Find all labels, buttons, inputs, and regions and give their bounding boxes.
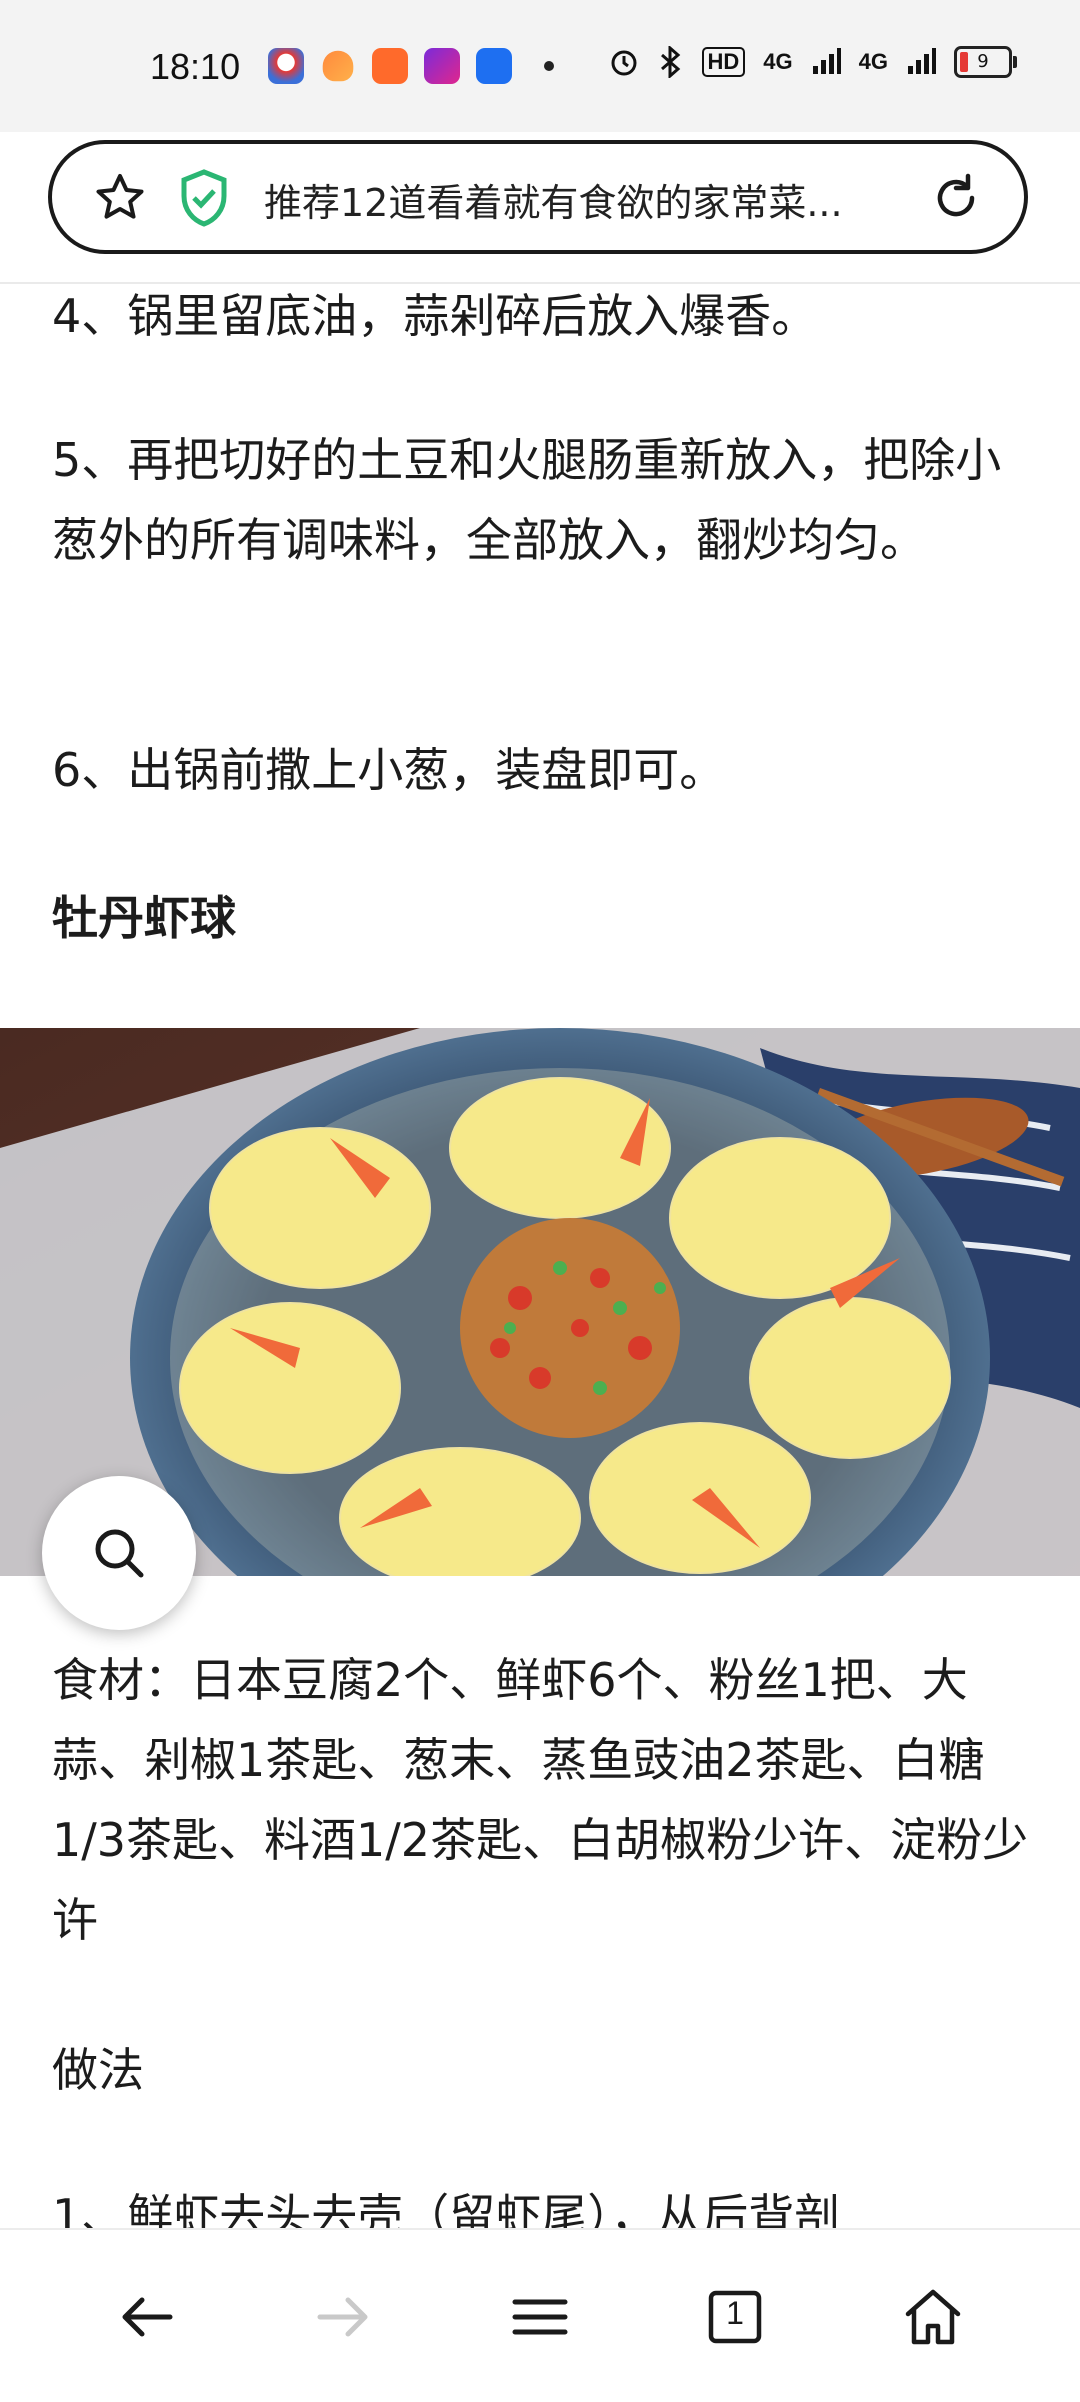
article-step-6: 6、出锅前撒上小葱，装盘即可。 — [52, 743, 726, 797]
tabs-button[interactable]: 1 — [700, 2282, 770, 2352]
reload-icon[interactable] — [928, 170, 984, 226]
search-icon — [95, 1529, 144, 1578]
article-step-5: 5、再把切好的土豆和火腿肠重新放入，把除小葱外的所有调味料，全部放入，翻炒均匀。 — [52, 433, 1002, 567]
article-step-4: 4、锅里留底油，蒜剁碎后放入爆香。 — [52, 289, 818, 343]
hd-voice-badge: HD — [701, 47, 746, 77]
clock: 18:10 — [150, 46, 241, 87]
home-icon[interactable] — [898, 2282, 968, 2352]
battery-level: 9 — [977, 51, 989, 72]
status-bar: 18:10 HD 4G 4G 9 — [0, 0, 1080, 132]
floating-search-button[interactable] — [42, 1476, 196, 1630]
address-bar[interactable]: 推荐12道看着就有食欲的家常菜... — [48, 140, 1028, 254]
method-heading: 做法 — [52, 2043, 144, 2097]
page-title[interactable]: 推荐12道看着就有食欲的家常菜... — [264, 172, 924, 227]
app-notification-icon — [268, 48, 304, 84]
app-grid-notification-icon — [372, 48, 408, 84]
tab-count: 1 — [726, 2295, 744, 2331]
menu-icon[interactable] — [505, 2282, 575, 2352]
network-type-label-1: 4G — [763, 49, 793, 74]
alarm-icon — [611, 50, 636, 76]
game-notification-icon — [322, 50, 354, 82]
signal-icon-2 — [908, 48, 936, 74]
security-shield-icon[interactable] — [176, 168, 232, 228]
more-notifications-dot — [544, 61, 554, 71]
forward-icon[interactable] — [308, 2282, 378, 2352]
back-icon[interactable] — [112, 2282, 182, 2352]
star-icon[interactable] — [92, 170, 148, 226]
zhihu-notification-icon — [476, 48, 512, 84]
battery-icon: 9 — [954, 46, 1017, 78]
notification-icons — [268, 48, 554, 84]
network-type-label-2: 4G — [858, 49, 888, 74]
dish-title: 牡丹虾球 — [52, 891, 236, 945]
ingredients-text: 食材：日本豆腐2个、鲜虾6个、粉丝1把、大蒜、剁椒1茶匙、葱末、蒸鱼豉油2茶匙、… — [52, 1653, 1029, 1947]
signal-icon-1 — [812, 48, 841, 74]
video-notification-icon — [424, 48, 460, 84]
bluetooth-icon — [660, 46, 680, 78]
system-indicators: HD 4G 4G 9 — [608, 46, 1017, 78]
bottom-navigation-bar: 1 — [0, 2228, 1080, 2402]
